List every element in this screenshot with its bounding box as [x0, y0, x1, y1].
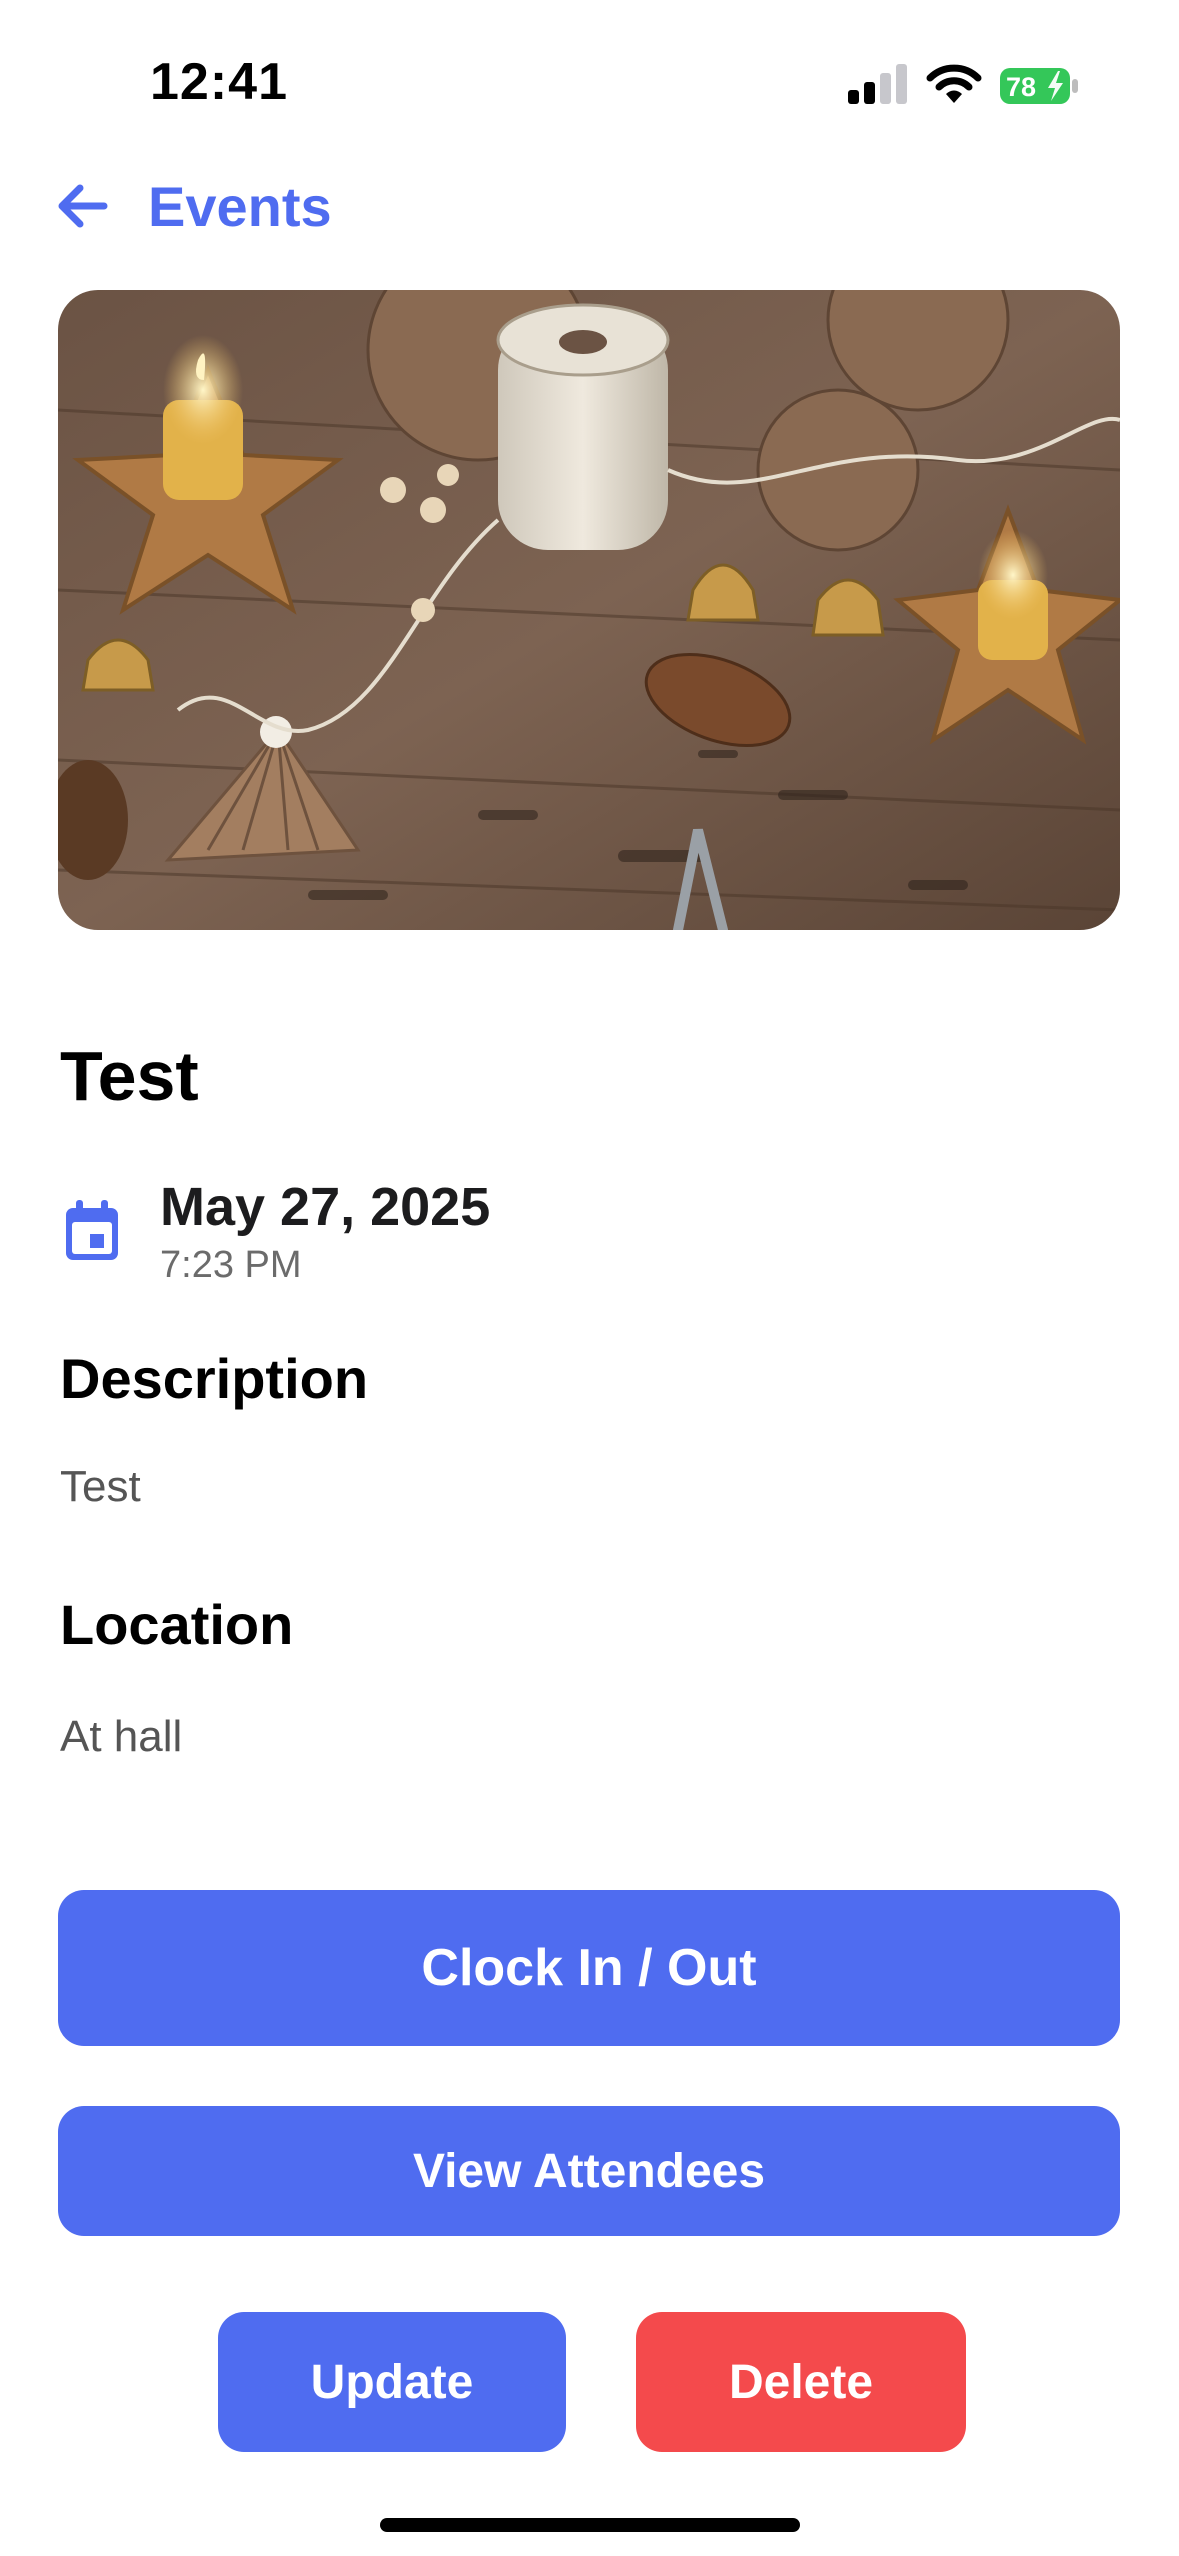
- event-image: [58, 290, 1120, 930]
- delete-button[interactable]: Delete: [636, 2312, 966, 2452]
- arrow-left-icon: [58, 184, 108, 228]
- description-heading: Description: [60, 1347, 369, 1410]
- location-text: At hall: [60, 1712, 183, 1761]
- status-time: 12:41: [150, 53, 288, 111]
- delete-label: Delete: [728, 2355, 874, 2409]
- wifi-icon: [926, 64, 982, 103]
- description-text: Test: [60, 1462, 141, 1511]
- view-attendees-button[interactable]: View Attendees: [58, 2106, 1120, 2236]
- cellular-signal-icon: [848, 64, 907, 104]
- calendar-icon: [66, 1200, 118, 1260]
- battery-icon: 78: [1000, 68, 1078, 104]
- status-bar: 12:41 78: [0, 0, 1179, 170]
- back-button[interactable]: Events: [52, 170, 412, 242]
- event-title: Test: [60, 1037, 199, 1115]
- clock-in-out-label: Clock In / Out: [421, 1939, 757, 1997]
- event-time: 7:23 PM: [160, 1244, 302, 1286]
- event-date: May 27, 2025: [160, 1177, 491, 1237]
- update-label: Update: [310, 2355, 474, 2409]
- view-attendees-label: View Attendees: [412, 2144, 766, 2198]
- home-indicator[interactable]: [380, 2518, 800, 2532]
- back-label: Events: [148, 174, 332, 238]
- clock-in-out-button[interactable]: Clock In / Out: [58, 1890, 1120, 2046]
- location-heading: Location: [60, 1593, 294, 1656]
- update-button[interactable]: Update: [218, 2312, 566, 2452]
- battery-percent: 78: [1006, 72, 1036, 102]
